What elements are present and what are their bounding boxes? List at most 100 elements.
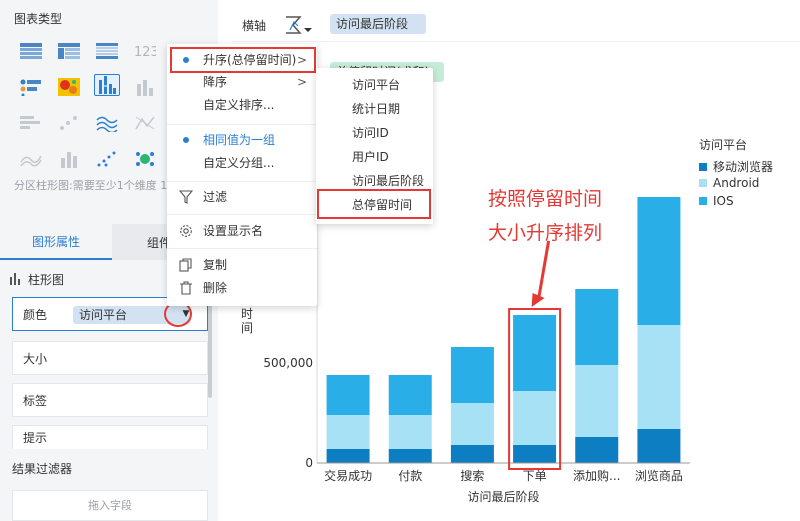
legend-item-mobile[interactable]: 移动浏览器 bbox=[699, 158, 773, 175]
table-icon[interactable] bbox=[18, 40, 44, 62]
menu-item-label: 相同值为一组 bbox=[203, 133, 276, 147]
legend-label: IOS bbox=[713, 194, 734, 208]
x-tick-label: 浏览商品 bbox=[635, 468, 683, 483]
menu-item-filter[interactable]: 过滤 bbox=[167, 186, 317, 208]
submenu-item[interactable]: 用户ID bbox=[316, 146, 433, 168]
bubble-icon[interactable] bbox=[132, 148, 158, 170]
number-123-icon[interactable]: 123 bbox=[132, 40, 158, 62]
bar-icon-3[interactable] bbox=[132, 76, 158, 98]
submenu-item[interactable]: 统计日期 bbox=[316, 98, 433, 120]
copy-icon bbox=[179, 258, 192, 272]
horizontal-axis-field-pill[interactable]: 访问最后阶段 bbox=[330, 14, 426, 34]
tab-graphic-properties[interactable]: 图形属性 bbox=[0, 224, 112, 260]
menu-item-label: 自定义排序... bbox=[203, 98, 275, 112]
menu-item-label: 复制 bbox=[203, 258, 228, 272]
menu-item-custom-group[interactable]: 自定义分组... bbox=[167, 152, 317, 174]
chevron-right-icon: > bbox=[296, 75, 307, 89]
ascending-highlight-box bbox=[170, 47, 316, 73]
horizontal-axis-label: 横轴 bbox=[242, 19, 267, 33]
heatmap-icon[interactable] bbox=[56, 76, 82, 98]
menu-divider bbox=[167, 124, 317, 125]
area-icon[interactable] bbox=[18, 148, 44, 170]
selected-dot-icon bbox=[183, 137, 189, 143]
legend-swatch bbox=[699, 162, 707, 171]
legend-item-ios[interactable]: IOS bbox=[699, 194, 734, 208]
context-menu: 升序(总停留时间) > 降序 > 自定义排序... 相同值为一组 自定义分组..… bbox=[167, 44, 317, 306]
axis-swap-icon[interactable] bbox=[284, 14, 314, 36]
bar-segment bbox=[513, 445, 557, 463]
bar-segment bbox=[513, 391, 557, 445]
xy-icon[interactable] bbox=[132, 112, 158, 134]
annotation-arrow bbox=[537, 240, 551, 300]
bar-segment bbox=[575, 289, 619, 365]
x-axis-title: 访问最后阶段 bbox=[467, 489, 539, 504]
bar-segment bbox=[637, 197, 681, 325]
x-tick-label: 搜索 bbox=[460, 468, 484, 483]
chart-type-title: 图表类型 bbox=[14, 12, 63, 26]
bar-type-label: 柱形图 bbox=[28, 272, 65, 287]
menu-item-label: 自定义分组... bbox=[203, 156, 275, 170]
tooltip-label: 提示 bbox=[23, 431, 48, 445]
menu-item-copy[interactable]: 复制 bbox=[167, 254, 317, 276]
horizontal-axis-row: 横轴 访问最后阶段 bbox=[232, 8, 800, 42]
scatter-icon[interactable] bbox=[56, 112, 82, 134]
bar-segment bbox=[388, 375, 432, 415]
annotation-text: 大小升序排列 bbox=[488, 222, 603, 244]
result-filter-title: 结果过滤器 bbox=[12, 462, 73, 476]
menu-item-label: 删除 bbox=[203, 281, 228, 295]
menu-divider bbox=[167, 248, 317, 249]
crosstab-icon[interactable] bbox=[56, 40, 82, 62]
detail-table-icon[interactable] bbox=[94, 40, 120, 62]
bar-chart-icon[interactable] bbox=[18, 76, 44, 98]
bar-segment bbox=[637, 429, 681, 463]
size-property[interactable]: 大小 bbox=[12, 341, 208, 375]
legend-title: 访问平台 bbox=[699, 138, 748, 152]
bar-segment bbox=[388, 415, 432, 449]
bar-segment bbox=[575, 365, 619, 437]
bar-segment bbox=[326, 415, 370, 449]
legend-item-android[interactable]: Android bbox=[699, 176, 759, 190]
menu-divider bbox=[167, 214, 317, 215]
bar-type-row[interactable]: 柱形图 bbox=[10, 270, 64, 288]
legend-label: Android bbox=[713, 176, 760, 190]
x-tick-label: 添加购... bbox=[573, 468, 620, 483]
x-tick-label: 下单 bbox=[523, 469, 547, 483]
y-axis-title: 间 bbox=[241, 321, 253, 335]
bar-segment bbox=[575, 437, 619, 463]
bar-segment bbox=[450, 445, 494, 463]
menu-item-label: 过滤 bbox=[203, 190, 228, 204]
menu-item-custom-sort[interactable]: 自定义排序... bbox=[167, 94, 317, 116]
filter-drop-zone[interactable]: 拖入字段 bbox=[12, 490, 208, 521]
bar-segment bbox=[513, 315, 557, 391]
bar-segment bbox=[450, 403, 494, 445]
menu-item-descending[interactable]: 降序 > bbox=[167, 71, 317, 93]
stacked-bar-icon[interactable] bbox=[94, 74, 120, 96]
gear-icon bbox=[180, 225, 192, 237]
legend-swatch bbox=[699, 179, 707, 187]
filter-icon bbox=[179, 190, 193, 204]
x-tick-label: 交易成功 bbox=[324, 468, 372, 483]
legend-label: 移动浏览器 bbox=[713, 160, 774, 174]
bar-icon-4[interactable] bbox=[18, 112, 44, 134]
wave-icon[interactable] bbox=[94, 112, 120, 134]
size-label: 大小 bbox=[23, 351, 48, 366]
x-tick-label: 付款 bbox=[398, 469, 422, 483]
dot-icon[interactable] bbox=[94, 148, 120, 170]
menu-item-same-value-group[interactable]: 相同值为一组 bbox=[167, 129, 317, 151]
y-axis-title: 时 bbox=[241, 307, 253, 321]
color-label: 颜色 bbox=[23, 307, 48, 322]
y-tick-label: 500,000 bbox=[263, 356, 313, 370]
menu-item-delete[interactable]: 删除 bbox=[167, 277, 317, 299]
svg-text:123: 123 bbox=[134, 45, 156, 59]
submenu-item[interactable]: 访问ID bbox=[316, 122, 433, 144]
bar-icon-5[interactable] bbox=[56, 148, 82, 170]
tooltip-property[interactable]: 提示 bbox=[12, 425, 208, 449]
label-property[interactable]: 标签 bbox=[12, 383, 208, 417]
bar-chart-small-icon bbox=[10, 273, 20, 285]
bar-segment bbox=[637, 325, 681, 429]
menu-item-set-display-name[interactable]: 设置显示名 bbox=[167, 220, 317, 242]
submenu-highlight-box bbox=[317, 189, 431, 219]
bar-segment bbox=[388, 449, 432, 463]
menu-divider bbox=[167, 181, 317, 182]
submenu-item[interactable]: 访问平台 bbox=[316, 74, 433, 96]
